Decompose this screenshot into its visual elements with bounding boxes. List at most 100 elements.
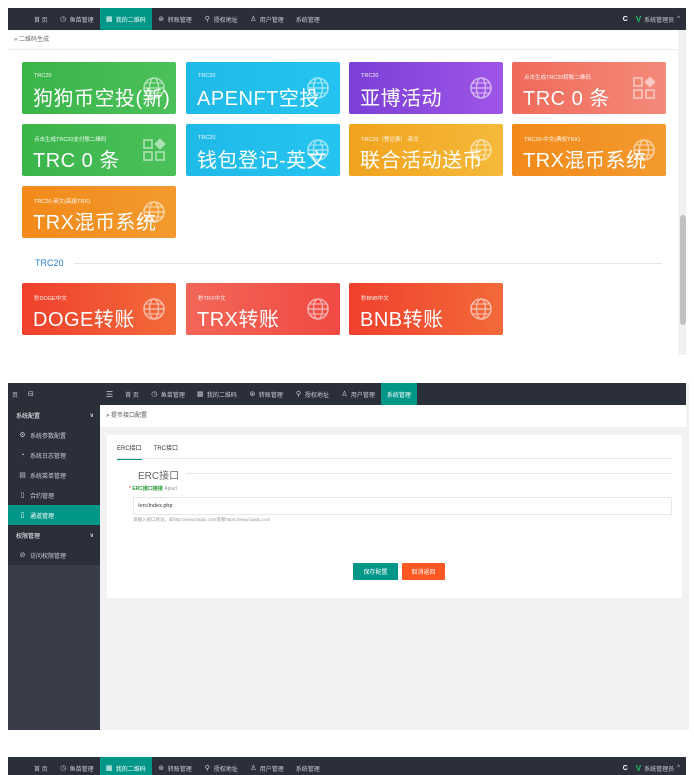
tile-subtitle: 秒TRX中文 xyxy=(198,296,226,302)
nav-label: 我的二维码 xyxy=(206,392,237,399)
tile-subtitle: 点击生成TRC20支付账二维码 xyxy=(34,137,107,143)
globe-icon xyxy=(469,76,493,100)
nav-auth[interactable]: ⚲ 授权地址 xyxy=(289,383,335,405)
sidebar-item[interactable]: 系统配置 ∨ xyxy=(8,405,100,425)
nav-label: 鱼苗管理 xyxy=(69,17,94,24)
nav-transfer[interactable]: ⊛ 转账管理 xyxy=(243,383,289,405)
nav-label: 首 页 xyxy=(34,766,48,773)
tile-subtitle: TRC20 xyxy=(361,73,379,79)
qr-tile[interactable]: 秒DOGE中文 DOGE转账 xyxy=(22,283,176,335)
refresh-icon[interactable]: C xyxy=(623,765,628,772)
tab-icon[interactable]: ⊟ xyxy=(28,390,34,398)
nav-qrcode[interactable]: ▦ 我的二维码 xyxy=(191,383,243,405)
nav-system[interactable]: 系统管理 xyxy=(380,383,417,405)
sidebar-item[interactable]: ▯ 合约管理 xyxy=(8,485,100,505)
nav-auth[interactable]: ⚲ 授权地址 xyxy=(198,757,244,775)
tile-title: TRX混币系统 xyxy=(33,212,157,234)
nav-qrcode[interactable]: ▦ 我的二维码 xyxy=(99,8,152,30)
nav-label: 用户管理 xyxy=(259,766,284,773)
save-button[interactable]: 保存配置 xyxy=(353,563,398,580)
tile-title: APENFT空投 xyxy=(197,88,320,110)
qr-tile[interactable]: 秒TRX中文 TRX转账 xyxy=(186,283,340,335)
nav-system[interactable]: 系统管理 xyxy=(290,8,326,30)
admin-menu[interactable]: V 系统管理员 ^ xyxy=(636,764,680,773)
nav-transfer[interactable]: ⊛ 转账管理 xyxy=(152,8,198,30)
nav-label: 授权地址 xyxy=(304,392,329,399)
qr-tile[interactable]: 秒BNB中文 BNB转账 xyxy=(349,283,503,335)
scrollbar-thumb[interactable] xyxy=(680,215,686,325)
qr-tile[interactable]: 点击生成TRC20转账二维码 TRC 0 条 xyxy=(512,62,666,114)
transfer-icon: ⊛ xyxy=(249,390,256,398)
section-title: TRC20 xyxy=(35,258,64,268)
nav-label: 系统管理 xyxy=(295,17,320,24)
sidebar-item[interactable]: ◔ 系统日志管理 xyxy=(8,445,100,465)
nav-home[interactable]: 首 页 xyxy=(28,8,54,30)
tile-title: DOGE转账 xyxy=(33,309,135,331)
nav-home[interactable]: 首 页 xyxy=(119,383,145,405)
cancel-button[interactable]: 取消返回 xyxy=(402,563,445,580)
globe-icon xyxy=(306,76,330,100)
nav-home[interactable]: 首 页 xyxy=(28,757,54,775)
nav-auth[interactable]: ⚲ 授权地址 xyxy=(198,8,244,30)
nav-transfer[interactable]: ⊛ 转账管理 xyxy=(152,757,198,775)
breadcrumb: » 二维码生成 xyxy=(8,30,678,50)
nav-label: 首 页 xyxy=(34,17,48,24)
user-icon: ♙ xyxy=(341,390,348,398)
globe-icon xyxy=(469,297,493,321)
qr-tile[interactable]: TRC20-中文(典权TRX) TRX混币系统 xyxy=(512,124,666,176)
tile-subtitle: 点击生成TRC20转账二维码 xyxy=(524,75,591,81)
apiurl-input[interactable]: /erc/index.php xyxy=(133,497,672,515)
sidebar-item[interactable]: ⊘ 访问权限管理 xyxy=(8,545,100,565)
qr-tile[interactable]: 点击生成TRC20支付账二维码 TRC 0 条 xyxy=(22,124,176,176)
nav-users[interactable]: ♙ 用户管理 xyxy=(335,383,381,405)
qr-tile[interactable]: TRC20 钱包登记-英文 xyxy=(186,124,340,176)
transfer-icon: ⊛ xyxy=(158,764,165,772)
nav-label: 我的二维码 xyxy=(115,17,146,24)
gear-icon: ⚙ xyxy=(19,431,26,439)
pin-icon: ⚲ xyxy=(204,764,210,772)
qr-tile[interactable]: TRC20（登记表）-英文 联合活动送币 xyxy=(349,124,503,176)
nav-system[interactable]: 系统管理 xyxy=(290,757,326,775)
sidebar-item-label: 访问权限管理 xyxy=(30,553,67,560)
nav-fish[interactable]: ◷ 鱼苗管理 xyxy=(145,383,191,405)
qr-icon: ▦ xyxy=(105,15,113,23)
nav-fish[interactable]: ◷ 鱼苗管理 xyxy=(54,8,100,30)
clock-icon: ◷ xyxy=(151,390,158,398)
nav-qrcode[interactable]: ▦ 我的二维码 xyxy=(99,757,152,775)
nav-label: 转账管理 xyxy=(167,17,192,24)
qr-tile[interactable]: TRC20-英文(高级TRX) TRX混币系统 xyxy=(22,186,176,238)
tile-title: TRX混币系统 xyxy=(523,150,647,172)
nav-fish[interactable]: ◷ 鱼苗管理 xyxy=(54,757,100,775)
scrollbar-track[interactable] xyxy=(686,383,689,730)
qr-tile[interactable]: TRC20 狗狗币空投(新) xyxy=(22,62,176,114)
sidebar-item[interactable]: 权限管理 ∨ xyxy=(8,525,100,545)
nav-users[interactable]: ♙ 用户管理 xyxy=(244,8,290,30)
globe-icon xyxy=(142,297,166,321)
qr-tile[interactable]: TRC20 APENFT空投 xyxy=(186,62,340,114)
nav-label: 系统管理 xyxy=(386,392,411,399)
tile-title: 亚博活动 xyxy=(360,88,442,110)
globe-icon xyxy=(142,200,166,224)
tile-subtitle: TRC20 xyxy=(198,73,216,79)
qr-icon: ▦ xyxy=(197,390,204,398)
section-divider xyxy=(74,263,662,264)
nav-users[interactable]: ♙ 用户管理 xyxy=(244,757,290,775)
sidebar-item[interactable]: ⚙ 系统参数配置 xyxy=(8,425,100,445)
field-code: ERC接口链接 xyxy=(132,486,163,492)
qr-tile[interactable]: TRC20 亚博活动 xyxy=(349,62,503,114)
nav-label: 鱼苗管理 xyxy=(160,392,185,399)
sidebar-item[interactable]: ▤ 系统菜单管理 xyxy=(8,465,100,485)
lock-icon: ⊘ xyxy=(19,551,26,559)
admin-menu[interactable]: V 系统管理员 ^ xyxy=(636,15,680,24)
menu-toggle-icon[interactable]: ☰ xyxy=(100,383,119,405)
refresh-icon[interactable]: C xyxy=(623,16,628,23)
sidebar-item-label: 系统日志管理 xyxy=(30,453,67,460)
fieldset-divider xyxy=(186,473,672,474)
nav-fragment: 页 xyxy=(12,392,19,399)
sidebar-item-label: 系统菜单管理 xyxy=(30,473,67,480)
tile-subtitle: 秒BNB中文 xyxy=(361,296,389,302)
admin-label: 系统管理员 xyxy=(644,17,675,24)
sidebar-item-label: 合约管理 xyxy=(30,493,55,500)
sidebar-item[interactable]: ▯ 通道管理 xyxy=(8,505,100,525)
tab-divider xyxy=(117,458,672,459)
